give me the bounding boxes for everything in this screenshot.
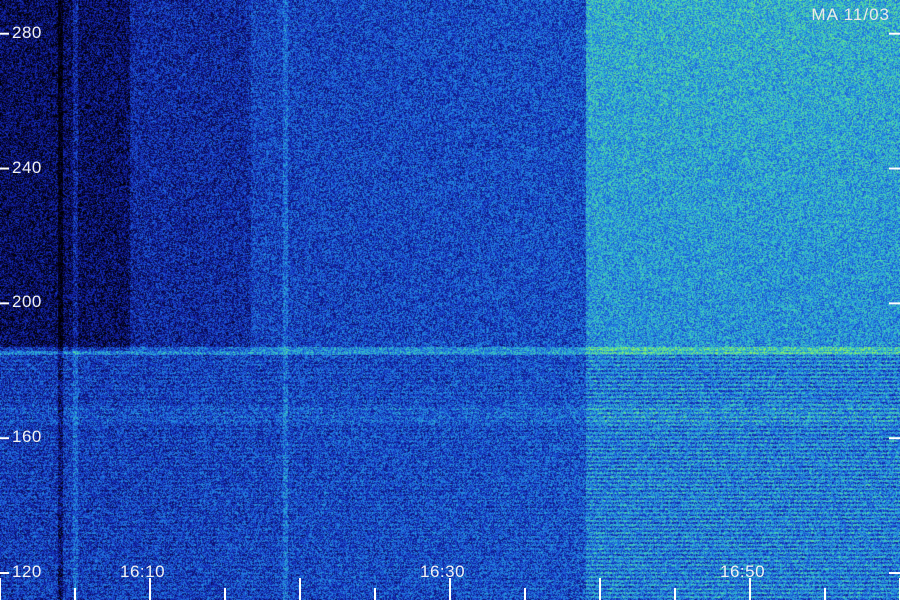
y-tick-label: 120 [12, 562, 42, 582]
x-tick-label: 16:10 [120, 562, 166, 581]
y-tick-marks [0, 32, 900, 575]
y-tick-label: 240 [12, 157, 42, 177]
chart-title: MA 11/03 [811, 5, 890, 24]
y-tick-label: 200 [12, 292, 42, 312]
axis-overlay [0, 32, 900, 600]
y-tick-label: 160 [12, 427, 42, 447]
x-tick-label: 16:50 [720, 562, 766, 581]
y-tick-label: 280 [12, 22, 42, 42]
x-tick-label: 16:30 [420, 562, 466, 581]
